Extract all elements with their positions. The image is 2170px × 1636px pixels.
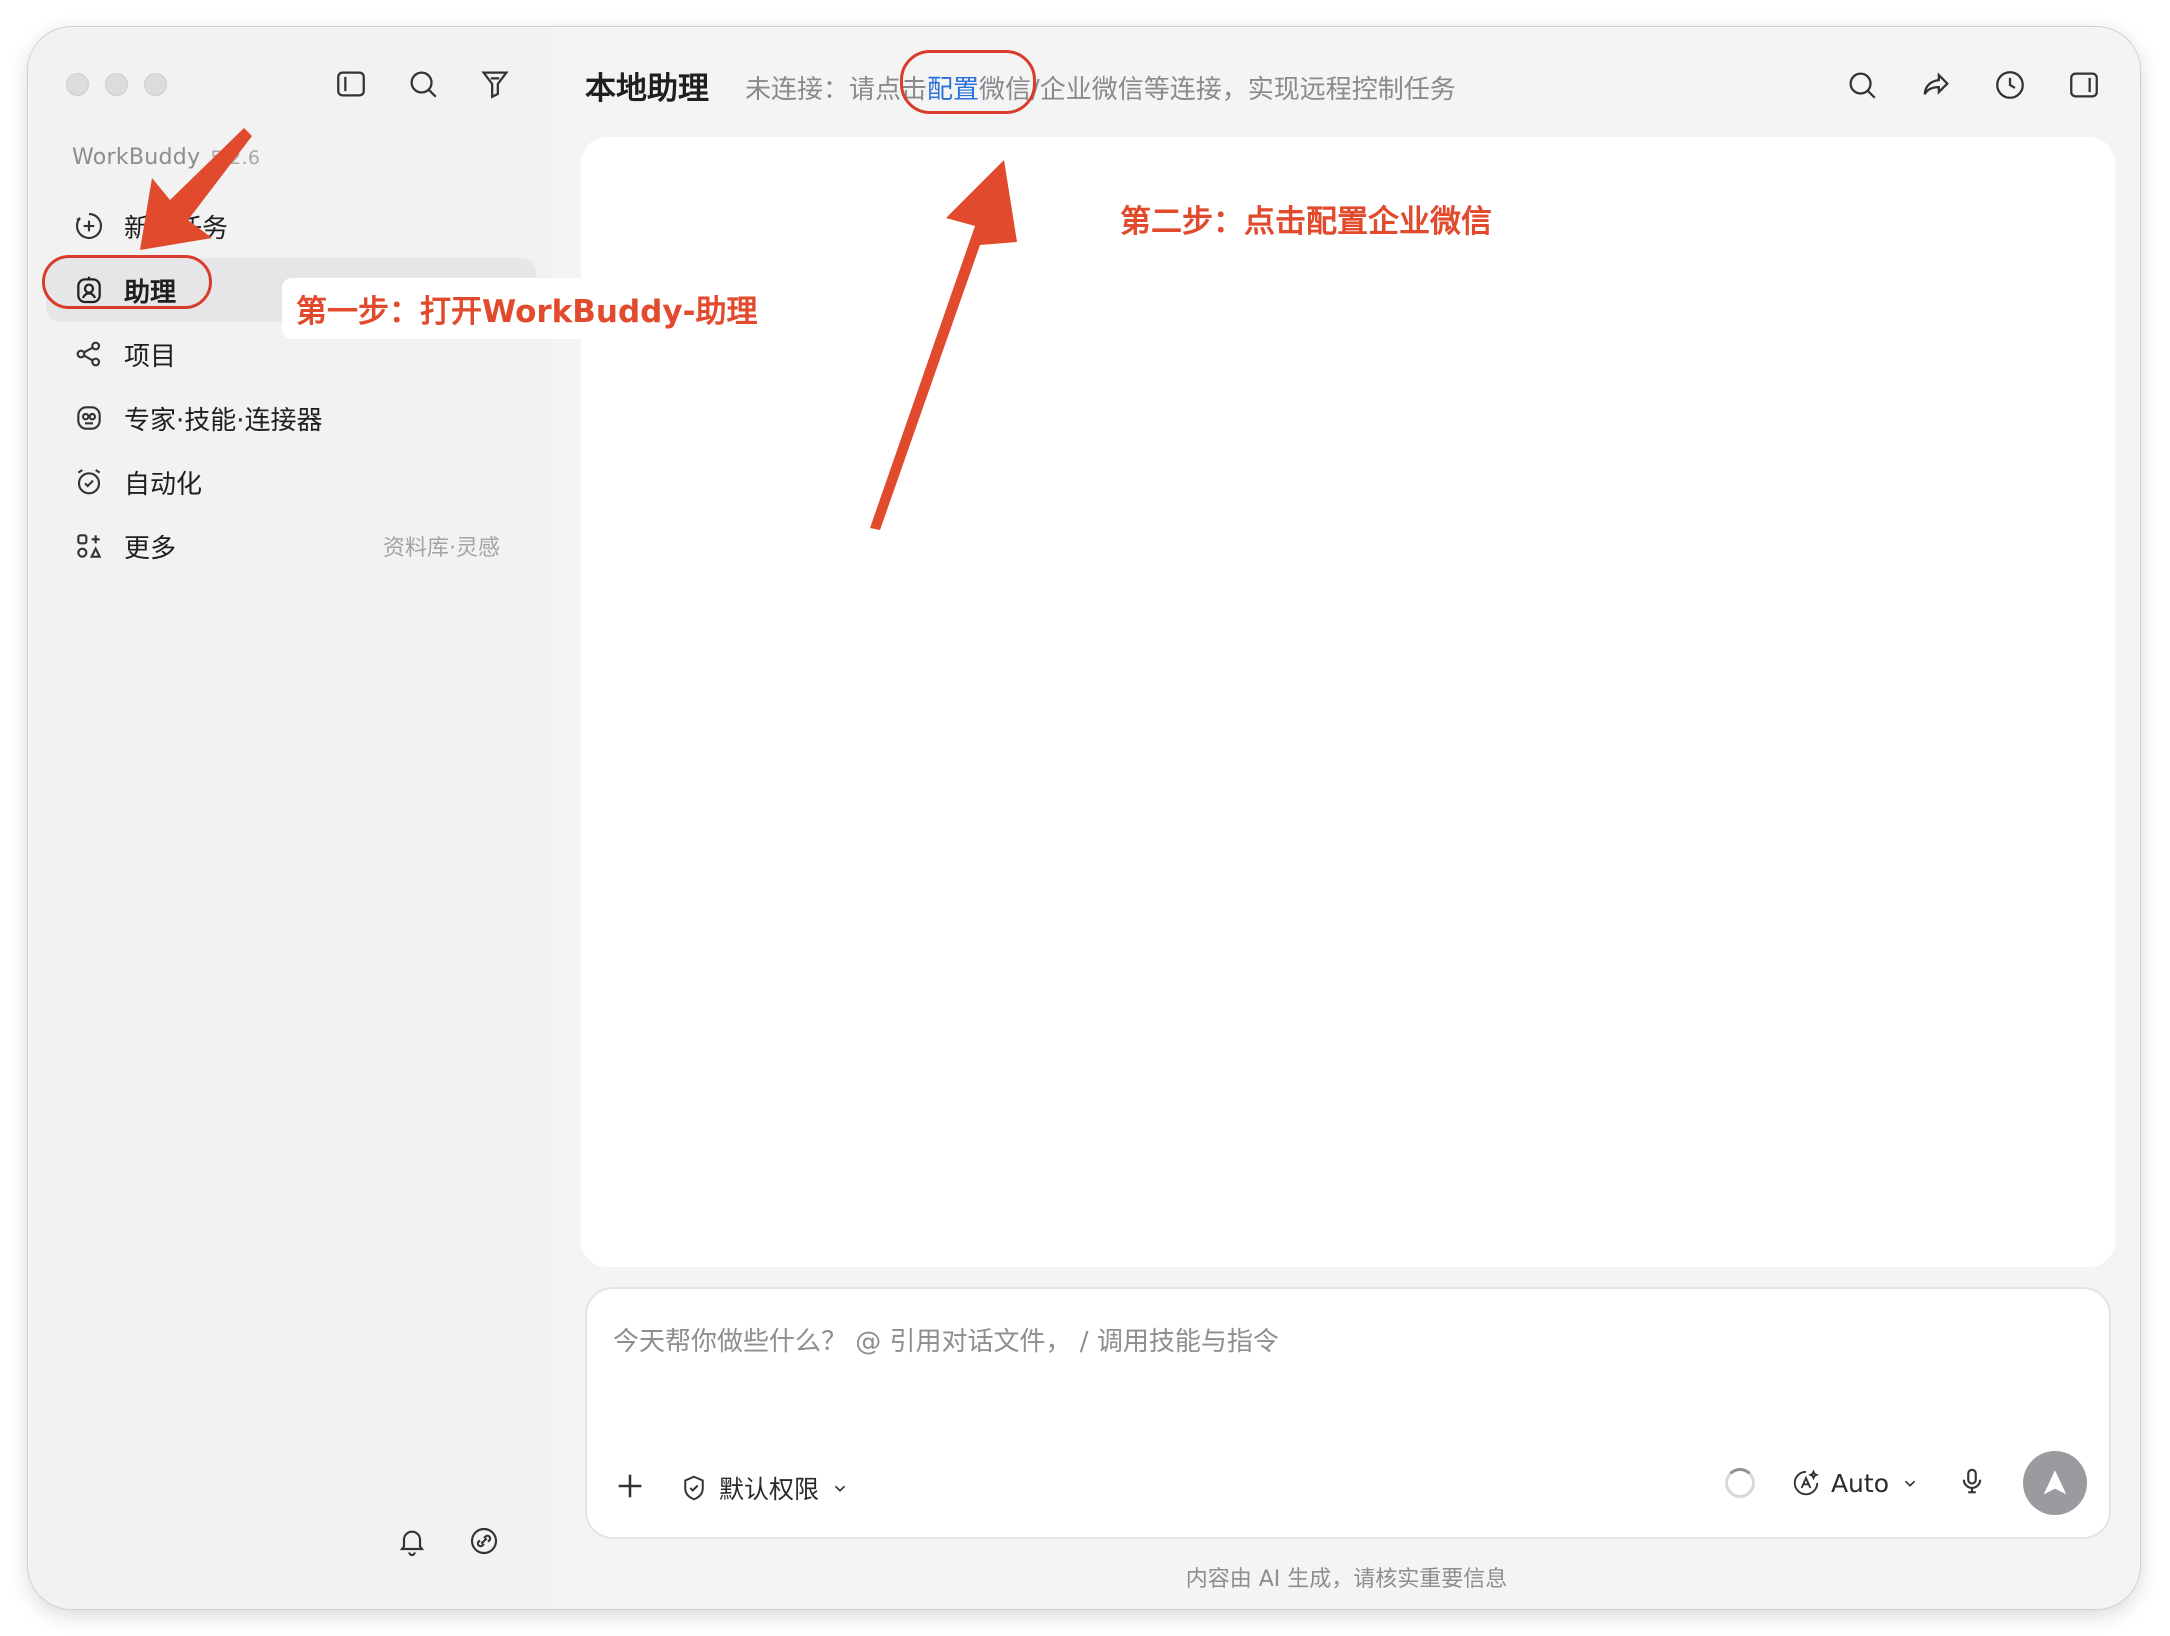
main-panel: 本地助理 未连接：请点击配置微信/企业微信等连接，实现远程控制任务 今天帮你做些… <box>553 27 2140 1609</box>
app-window: WorkBuddy 5.2.6 新建任务 助理 项目 专家·技能·连接器 自动化… <box>28 27 2140 1609</box>
page-title: 本地助理 <box>585 71 709 107</box>
sidebar-icon <box>337 71 365 97</box>
ai-disclaimer: 内容由 AI 生成，请核实重要信息 <box>1185 1567 1508 1592</box>
highlight-ring-assistant <box>42 255 212 309</box>
share-icon <box>1923 72 1949 95</box>
top-toolbar <box>1844 67 2102 103</box>
sidebar-item-label: 新建任务 <box>124 213 229 244</box>
app-brand: WorkBuddy 5.2.6 <box>72 145 260 170</box>
close-window-button[interactable] <box>66 73 89 96</box>
permission-dropdown[interactable]: 默认权限 <box>679 1470 851 1506</box>
zoom-window-button[interactable] <box>144 73 167 96</box>
side-panel-icon <box>2070 72 2098 98</box>
sidebar-item-label: 更多 <box>124 533 177 564</box>
share-button[interactable] <box>1918 67 1954 103</box>
top-bar: 本地助理 未连接：请点击配置微信/企业微信等连接，实现远程控制任务 <box>553 27 2140 137</box>
sidebar-toolbar <box>333 66 513 102</box>
chat-canvas <box>581 137 2115 1267</box>
filter-button[interactable] <box>477 66 513 102</box>
sidebar-nav: 新建任务 助理 项目 专家·技能·连接器 自动化 更多 资料库·灵感 <box>42 194 536 578</box>
toggle-panel-button[interactable] <box>2066 67 2102 103</box>
voice-input-button[interactable] <box>1957 1466 1987 1500</box>
chevron-down-icon <box>834 1485 846 1492</box>
funnel-icon <box>481 71 509 99</box>
loading-spinner-icon <box>1724 1468 1755 1498</box>
sidebar-item-more[interactable]: 更多 资料库·灵感 <box>46 514 536 578</box>
sidebar-item-experts[interactable]: 专家·技能·连接器 <box>46 386 536 450</box>
window-controls <box>66 73 167 96</box>
sidebar: WorkBuddy 5.2.6 新建任务 助理 项目 专家·技能·连接器 自动化… <box>28 27 553 1609</box>
minimize-window-button[interactable] <box>105 73 128 96</box>
chevron-down-icon <box>1904 1480 1916 1487</box>
composer[interactable]: 今天帮你做些什么？ @ 引用对话文件， / 调用技能与指令 默认权限 Auto <box>585 1287 2111 1539</box>
search-icon <box>410 71 437 98</box>
sidebar-item-label: 专家·技能·连接器 <box>124 405 323 436</box>
highlight-ring-configure <box>900 50 1036 114</box>
app-name: WorkBuddy <box>72 145 201 170</box>
connection-status: 未连接：请点击配置微信/企业微信等连接，实现远程控制任务 <box>745 69 1456 106</box>
search-icon <box>1849 72 1876 99</box>
alarm-clock-icon <box>72 465 106 499</box>
toggle-sidebar-button[interactable] <box>333 66 369 102</box>
history-button[interactable] <box>1992 67 2028 103</box>
send-button[interactable] <box>2023 1451 2087 1515</box>
shield-check-icon <box>684 1475 704 1501</box>
clock-icon <box>1996 71 2024 99</box>
sidebar-search-button[interactable] <box>405 66 441 102</box>
microphone-icon <box>1962 1468 1982 1494</box>
plus-icon <box>618 1474 642 1498</box>
step1-annotation: 第一步：打开WorkBuddy-助理 <box>282 278 772 339</box>
plus-circle-icon <box>72 209 106 243</box>
model-dropdown[interactable]: Auto <box>1791 1468 1921 1498</box>
app-version: 5.2.6 <box>210 147 261 169</box>
sidebar-item-label: 自动化 <box>124 469 203 500</box>
attach-button[interactable] <box>613 1469 647 1507</box>
sidebar-footer <box>394 1523 502 1559</box>
step2-annotation: 第二步：点击配置企业微信 <box>1120 204 1492 240</box>
expert-icon <box>72 401 106 435</box>
status-suffix: 微信/企业微信等连接，实现远程控制任务 <box>979 75 1456 105</box>
model-icon <box>1793 1469 1819 1496</box>
bell-icon <box>399 1530 425 1556</box>
model-label: Auto <box>1830 1468 1889 1498</box>
send-arrow-icon <box>2043 1470 2067 1495</box>
sidebar-item-label: 项目 <box>124 341 177 372</box>
sidebar-item-new-task[interactable]: 新建任务 <box>46 194 536 258</box>
composer-left-tools: 默认权限 <box>613 1469 851 1507</box>
sidebar-item-hint: 资料库·灵感 <box>383 536 500 561</box>
composer-right-tools: Auto <box>1724 1451 2087 1515</box>
apps-grid-icon <box>72 529 106 563</box>
permission-label: 默认权限 <box>719 1475 820 1504</box>
project-icon <box>72 337 106 371</box>
integrations-button[interactable] <box>466 1523 502 1559</box>
sidebar-item-automation[interactable]: 自动化 <box>46 450 536 514</box>
notifications-button[interactable] <box>394 1523 430 1559</box>
search-button[interactable] <box>1844 67 1880 103</box>
link-circle-icon <box>470 1527 498 1555</box>
composer-placeholder[interactable]: 今天帮你做些什么？ @ 引用对话文件， / 调用技能与指令 <box>613 1321 1279 1358</box>
